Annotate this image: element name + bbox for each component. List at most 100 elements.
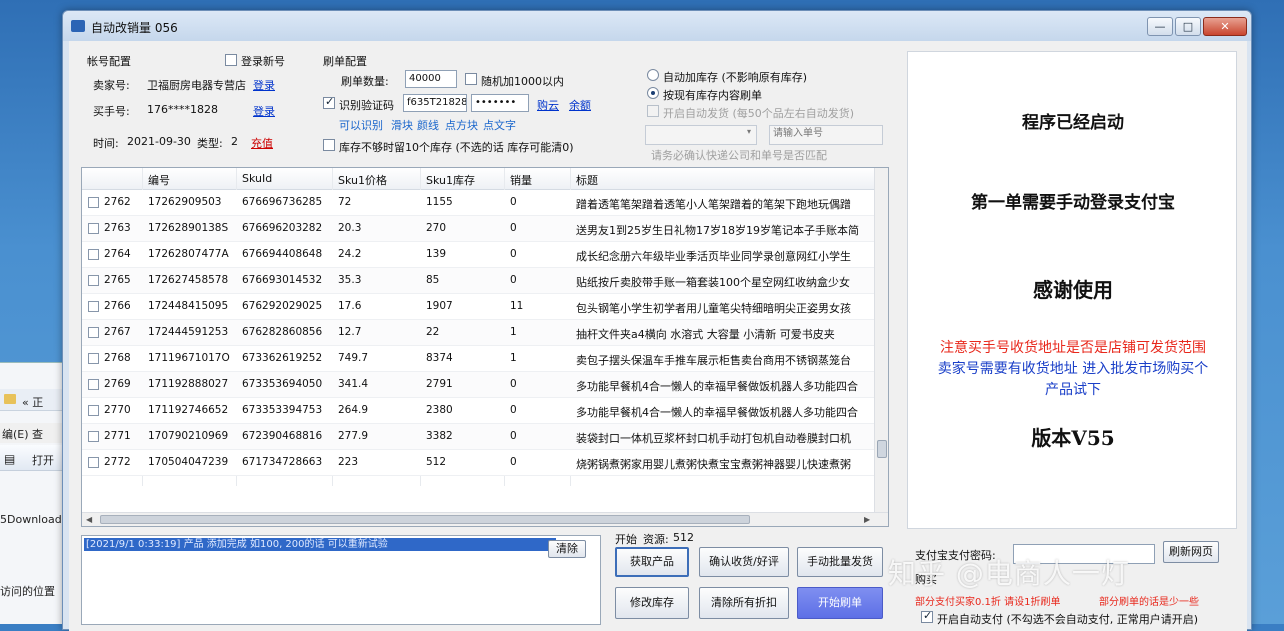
table-row[interactable]: 2762 17262909503 676696736285 72 1155 0 蹭着透笔笔架…: [82, 190, 876, 216]
auto-ship-checkbox[interactable]: [647, 105, 659, 117]
auto-pay-checkbox[interactable]: [921, 609, 933, 623]
table-row[interactable]: 2765 172627458578 676693014532 35.3 85 0 贴纸按斤卖…: [82, 268, 876, 294]
row-checkbox[interactable]: [88, 327, 99, 338]
status-started: 程序已经启动: [1022, 113, 1124, 133]
cell-id: 172448415095: [148, 300, 229, 312]
table-row[interactable]: 2771 170790210969 672390468816 277.9 3382 0 装袋…: [82, 424, 876, 450]
scroll-thumb[interactable]: [877, 440, 887, 458]
cell-title: 抽杆文件夹a4横向 水溶式 大容量 小清新 可爱书皮夹: [576, 328, 835, 341]
cell-sales: 0: [510, 404, 517, 416]
cell-id: 171192746652: [148, 404, 229, 416]
clear-log-button[interactable]: 清除: [548, 540, 586, 558]
menu-edit[interactable]: 编(E) 查: [2, 426, 43, 442]
table-row[interactable]: 2764 17262807477A 676694408648 24.2 139 0 成长纪念…: [82, 242, 876, 268]
buyer-login-link[interactable]: 登录: [253, 103, 275, 119]
refresh-page-button[interactable]: 刷新网页: [1163, 541, 1219, 563]
cell-stock: 85: [426, 274, 440, 286]
table-row[interactable]: 2767 172444591253 676282860856 12.7 22 1 抽杆文件夹…: [82, 320, 876, 346]
recharge-link[interactable]: 充值: [251, 135, 273, 151]
row-checkbox[interactable]: [88, 379, 99, 390]
cell-stock: 8374: [426, 352, 453, 364]
stock-limit-checkbox[interactable]: [323, 139, 335, 151]
row-checkbox[interactable]: [88, 353, 99, 364]
col-header-stock[interactable]: Sku1库存: [426, 172, 475, 188]
start-order-button[interactable]: 开始刷单: [797, 587, 883, 619]
seller-login-link[interactable]: 登录: [253, 77, 275, 93]
auto-add-stock-radio[interactable]: [647, 69, 659, 81]
close-button[interactable]: ✕: [1203, 17, 1247, 36]
opt-text[interactable]: 点文字: [483, 117, 516, 133]
col-header-sales[interactable]: 销量: [510, 172, 532, 188]
minimize-button[interactable]: —: [1147, 17, 1173, 36]
cell-no: 2765: [104, 274, 131, 286]
seller-label: 卖家号:: [93, 79, 130, 92]
scroll-right-icon[interactable]: ▶: [864, 515, 870, 524]
manual-ship-button[interactable]: 手动批量发货: [797, 547, 883, 577]
cell-no: 2768: [104, 352, 131, 364]
col-header-title[interactable]: 标题: [576, 172, 598, 188]
table-row[interactable]: 2769 171192888027 673353694050 341.4 2791 0 多功…: [82, 372, 876, 398]
cell-no: 2771: [104, 430, 131, 442]
table-row[interactable]: 2770 171192746652 673353394753 264.9 2380 0 多功…: [82, 398, 876, 424]
col-header-no[interactable]: 编号: [148, 172, 170, 188]
scroll-left-icon[interactable]: ◀: [86, 515, 92, 524]
version-text: 版本V55: [1031, 426, 1115, 450]
cell-no: 2767: [104, 326, 131, 338]
table-row[interactable]: 2772 170504047239 671734728663 223 512 0 烧粥锅煮粥…: [82, 450, 876, 476]
background-explorer-window[interactable]: « 正 编(E) 查 ▤ 打开 5Download 访问的位置: [0, 362, 70, 624]
vertical-scrollbar[interactable]: [874, 168, 888, 514]
row-checkbox[interactable]: [88, 457, 99, 468]
cell-sales: 0: [510, 248, 517, 260]
random-label: 随机加1000以内: [481, 75, 564, 88]
table-row[interactable]: 2763 17262890138S 676696203282 20.3 270 0 送男友1…: [82, 216, 876, 242]
alipay-login-note: 第一单需要手动登录支付宝: [971, 193, 1175, 213]
hscroll-thumb[interactable]: [100, 515, 750, 524]
modify-stock-button[interactable]: 修改库存: [615, 587, 689, 619]
row-checkbox[interactable]: [88, 197, 99, 208]
row-checkbox[interactable]: [88, 301, 99, 312]
cell-stock: 1155: [426, 196, 453, 208]
cell-stock: 2380: [426, 404, 453, 416]
row-checkbox[interactable]: [88, 405, 99, 416]
get-products-button[interactable]: 获取产品: [615, 547, 689, 577]
row-checkbox[interactable]: [88, 431, 99, 442]
captcha-pass-input[interactable]: •••••••: [471, 94, 529, 112]
qty-input[interactable]: 40000: [405, 70, 457, 88]
nav-item-downloads[interactable]: 5Download: [0, 513, 62, 526]
captcha-checkbox[interactable]: [323, 95, 335, 109]
cell-stock: 512: [426, 456, 447, 468]
courier-select[interactable]: [645, 125, 757, 145]
time-value: 2021-09-30: [127, 135, 191, 148]
account-group-title: 帐号配置: [87, 55, 131, 68]
login-new-checkbox[interactable]: [225, 54, 237, 66]
cell-price: 35.3: [338, 274, 362, 286]
row-checkbox[interactable]: [88, 275, 99, 286]
opt-slider[interactable]: 滑块: [391, 117, 413, 133]
balance-link[interactable]: 余额: [569, 97, 591, 113]
nav-item-recent[interactable]: 访问的位置: [0, 583, 55, 599]
log-box[interactable]: [2021/9/1 0:33:19] 产品 添加完成 如100, 200的话 可…: [81, 535, 601, 625]
horizontal-scrollbar[interactable]: ◀ ▶: [82, 512, 888, 526]
confirm-receipt-button[interactable]: 确认收货/好评: [699, 547, 789, 577]
row-checkbox[interactable]: [88, 249, 99, 260]
row-checkbox[interactable]: [88, 223, 99, 234]
captcha-user-input[interactable]: f635T21828: [403, 94, 467, 112]
open-button[interactable]: 打开: [32, 452, 54, 468]
random-checkbox[interactable]: [465, 73, 477, 85]
opt-square[interactable]: 点方块: [445, 117, 478, 133]
title-bar[interactable]: 自动改销量 056 — □ ✕: [63, 11, 1251, 41]
order-number-input[interactable]: 请输入单号: [769, 125, 883, 145]
table-row[interactable]: 2766 172448415095 676292029025 17.6 1907 11 包头…: [82, 294, 876, 320]
by-stock-radio[interactable]: [647, 87, 659, 99]
pay-red-note-1: 部分支付买家0.1折 请设1折刷单: [915, 597, 1061, 608]
stock-limit-label: 库存不够时留10个库存 (不选的话 库存可能清0): [339, 141, 574, 154]
table-row[interactable]: 2768 17119671017O 673362619252 749.7 8374 1 卖包…: [82, 346, 876, 372]
opt-curve[interactable]: 颜线: [417, 117, 439, 133]
col-header-skuid[interactable]: SkuId: [242, 172, 272, 185]
maximize-button[interactable]: □: [1175, 17, 1201, 36]
buy-cloud-link[interactable]: 购云: [537, 97, 559, 113]
clear-discount-button[interactable]: 清除所有折扣: [699, 587, 789, 619]
start-label: 开始: [615, 533, 637, 546]
cell-title: 送男友1到25岁生日礼物17岁18岁19岁笔记本子手账本简: [576, 224, 859, 237]
col-header-price[interactable]: Sku1价格: [338, 172, 387, 188]
